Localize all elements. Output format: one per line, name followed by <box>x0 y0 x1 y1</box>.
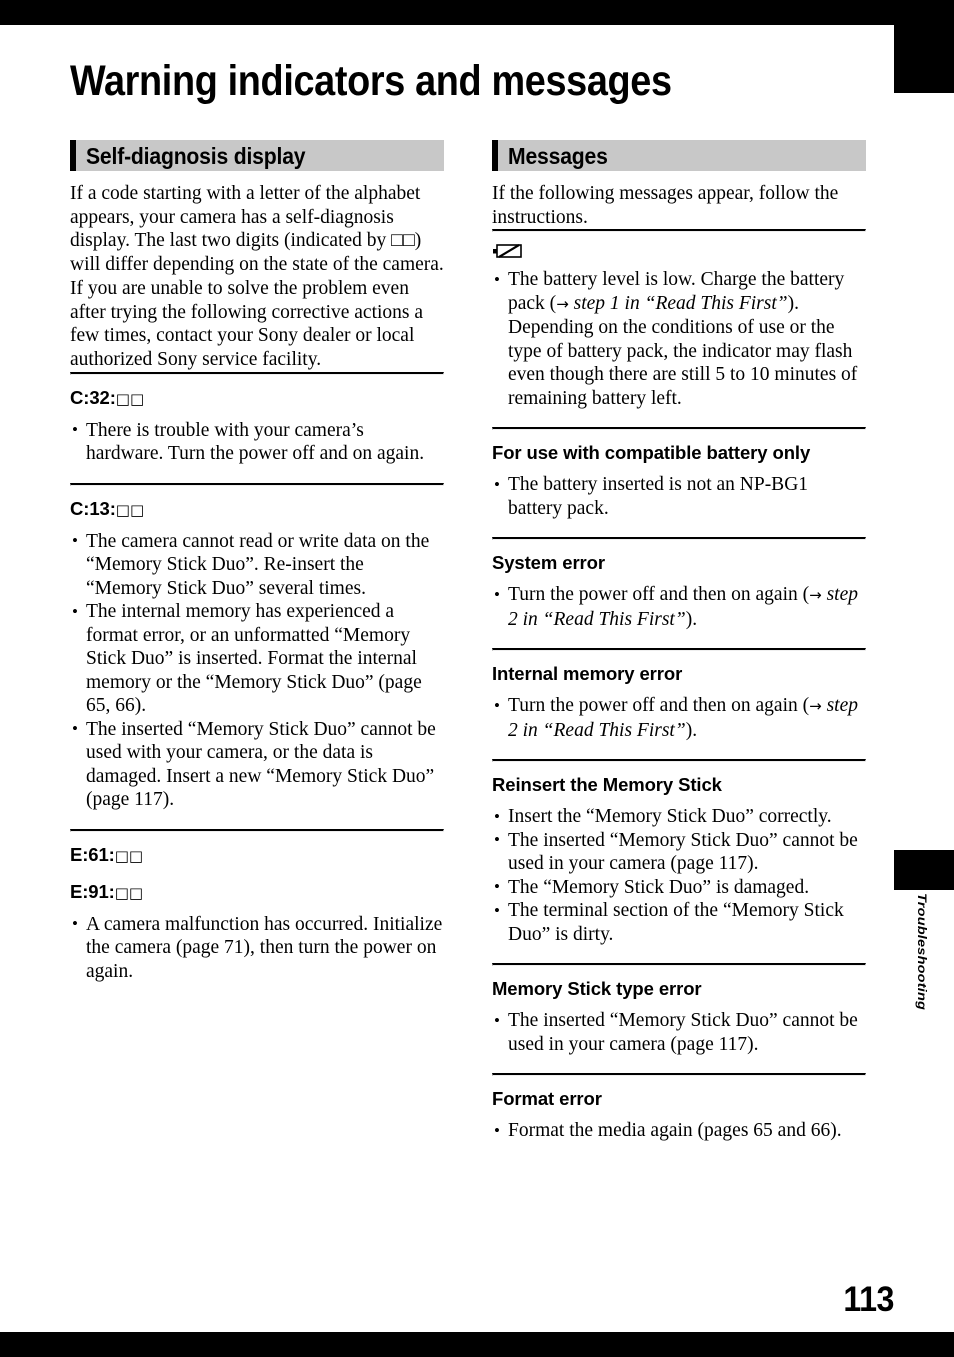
placeholder-boxes: □□ <box>115 500 145 519</box>
entry-bullet-list: The camera cannot read or write data on … <box>70 529 444 812</box>
entry-code: C:13:□□ <box>70 497 145 519</box>
section-header-label: Self-diagnosis display <box>86 143 306 169</box>
self-diagnosis-entry: C:13:□□ The camera cannot read or write d… <box>70 482 444 829</box>
self-diagnosis-entry-list: C:32:□□ There is trouble with your camera… <box>70 371 444 1001</box>
right-column: Messages If the following messages appea… <box>492 140 866 1160</box>
section-header-label: Messages <box>508 143 608 169</box>
top-right-black-block <box>894 25 954 93</box>
message-entry: The battery level is low. Charge the bat… <box>492 229 866 427</box>
message-bullet: The inserted “Memory Stick Duo” cannot b… <box>492 1009 866 1056</box>
message-bullet-list: Turn the power off and then on again (→ … <box>492 583 866 631</box>
message-bullet-list: The battery level is low. Charge the bat… <box>492 268 866 410</box>
message-entry: For use with compatible battery only The … <box>492 427 866 537</box>
message-bullet-list: Turn the power off and then on again (→ … <box>492 694 866 742</box>
message-entry: Memory Stick type error The inserted “Mem… <box>492 963 866 1073</box>
page-title: Warning indicators and messages <box>70 56 672 105</box>
low-battery-icon <box>492 242 866 264</box>
entry-bullet: There is trouble with your camera’s hard… <box>70 418 444 466</box>
message-bullet: The terminal section of the “Memory Stic… <box>492 899 866 946</box>
entry-code: C:32:□□ <box>70 386 145 408</box>
intro-paragraph: If the following messages appear, follow… <box>492 183 839 228</box>
entry-bullet-list: There is trouble with your camera’s hard… <box>70 418 444 466</box>
message-entry: Format error Format the media again (page… <box>492 1073 866 1160</box>
side-tab-label: Troubleshooting <box>914 893 928 1011</box>
placeholder-boxes: □□ <box>114 883 144 902</box>
entry-bullet: The internal memory has experienced a fo… <box>70 600 444 718</box>
message-bullet: The “Memory Stick Duo” is damaged. <box>492 875 866 900</box>
page-number: 113 <box>843 1280 894 1319</box>
self-diagnosis-entry: E:61:□□ <box>70 828 444 867</box>
message-title: System error <box>492 552 605 574</box>
self-diagnosis-entry: E:91:□□ A camera malfunction has occurred… <box>70 867 444 1001</box>
entry-code: E:61:□□ <box>70 843 144 865</box>
entry-bullet: The camera cannot read or write data on … <box>70 529 444 601</box>
message-title: Reinsert the Memory Stick <box>492 774 722 796</box>
message-title: For use with compatible battery only <box>492 442 811 464</box>
message-bullet-list: The inserted “Memory Stick Duo” cannot b… <box>492 1009 866 1056</box>
intro-paragraph-1: If a code starting with a letter of the … <box>70 183 444 276</box>
entry-bullet: The inserted “Memory Stick Duo” cannot b… <box>70 717 444 812</box>
section-header-messages: Messages <box>492 140 866 171</box>
message-bullet: The inserted “Memory Stick Duo” cannot b… <box>492 828 866 876</box>
entry-bullet-list: A camera malfunction has occurred. Initi… <box>70 912 444 984</box>
message-title: Internal memory error <box>492 663 683 685</box>
message-title: Format error <box>492 1088 602 1110</box>
message-bullet: Insert the “Memory Stick Duo” correctly. <box>492 805 866 829</box>
page-bottom-black-bar <box>0 1332 954 1357</box>
messages-intro: If the following messages appear, follow… <box>492 182 866 229</box>
side-thumb-index-tab <box>894 850 954 890</box>
message-bullet: The battery inserted is not an NP-BG1 ba… <box>492 473 866 520</box>
message-bullet: Turn the power off and then on again (→ … <box>492 694 866 742</box>
message-title: Memory Stick type error <box>492 978 702 1000</box>
messages-entry-list: The battery level is low. Charge the bat… <box>492 229 866 1160</box>
entry-bullet: A camera malfunction has occurred. Initi… <box>70 912 444 984</box>
message-entry: System error Turn the power off and then … <box>492 537 866 648</box>
message-bullet: The battery level is low. Charge the bat… <box>492 268 866 410</box>
message-bullet-list: The battery inserted is not an NP-BG1 ba… <box>492 473 866 520</box>
placeholder-boxes: □□ <box>114 846 144 865</box>
page-top-black-bar <box>0 0 954 25</box>
message-entry: Internal memory error Turn the power off … <box>492 648 866 759</box>
message-bullet: Format the media again (pages 65 and 66)… <box>492 1119 866 1143</box>
message-bullet-list: Insert the “Memory Stick Duo” correctly.… <box>492 805 866 946</box>
message-entry: Reinsert the Memory Stick Insert the “Mem… <box>492 759 866 963</box>
message-bullet-list: Format the media again (pages 65 and 66)… <box>492 1119 866 1143</box>
self-diagnosis-intro: If a code starting with a letter of the … <box>70 182 444 372</box>
message-bullet: Turn the power off and then on again (→ … <box>492 583 866 631</box>
left-column: Self-diagnosis display If a code startin… <box>70 140 444 1000</box>
intro-paragraph-2: If you are unable to solve the problem e… <box>70 277 424 370</box>
section-header-self-diagnosis: Self-diagnosis display <box>70 140 444 171</box>
entry-code: E:91:□□ <box>70 880 144 902</box>
self-diagnosis-entry: C:32:□□ There is trouble with your camera… <box>70 371 444 483</box>
placeholder-boxes: □□ <box>115 389 145 408</box>
